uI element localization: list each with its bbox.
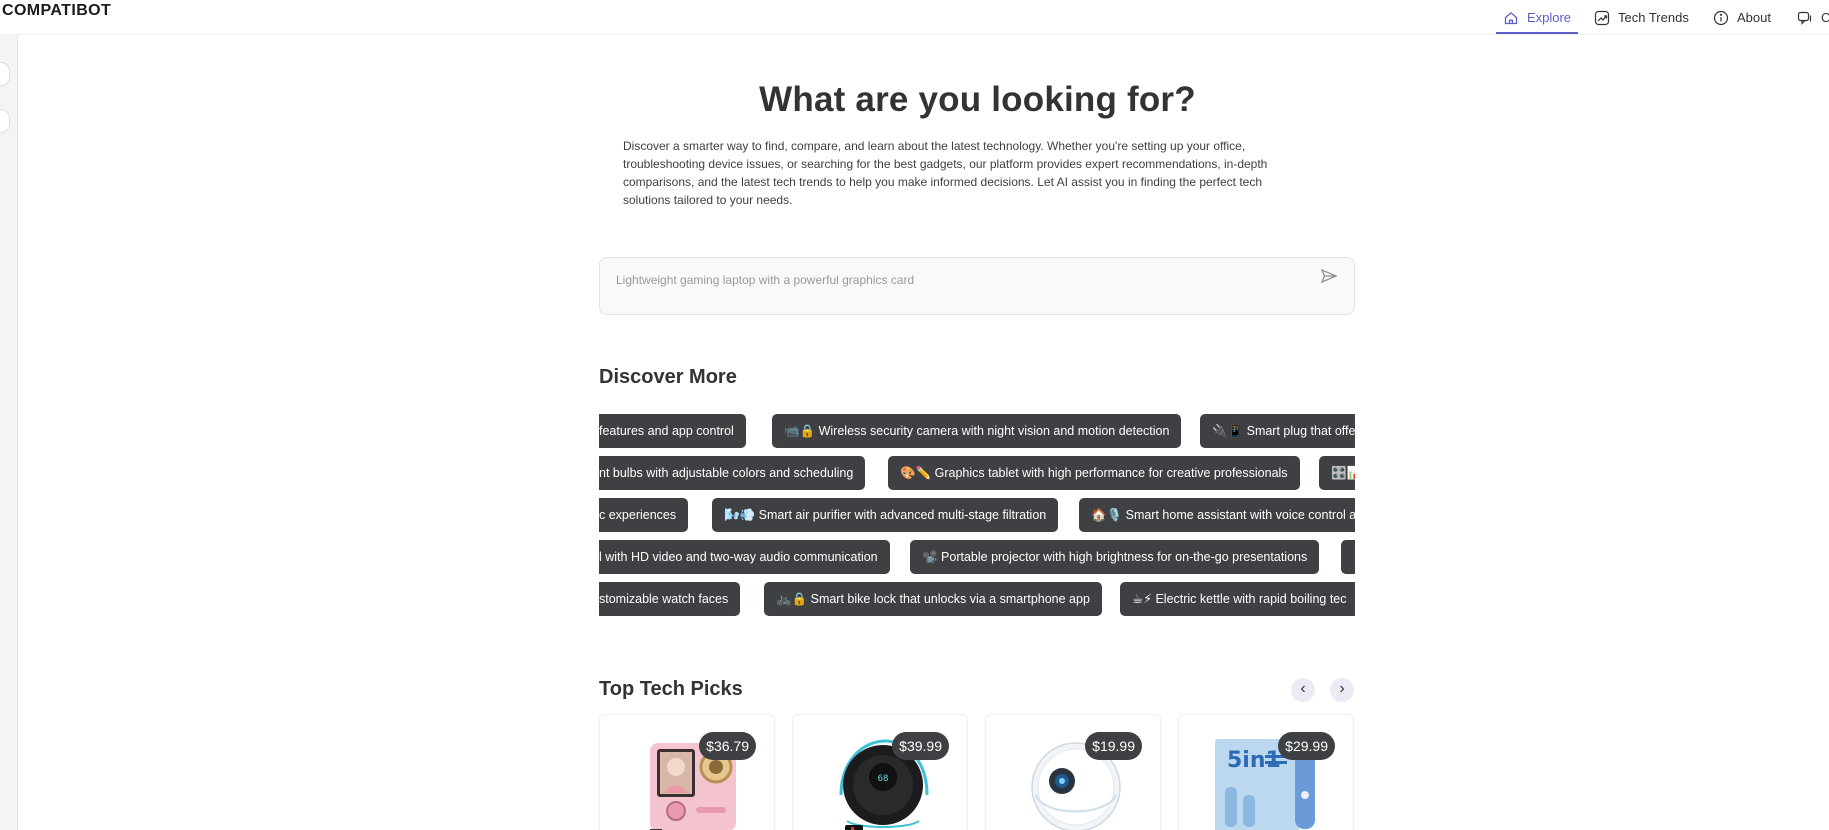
price-badge: $39.99 [892, 732, 949, 760]
product-card[interactable]: 68 $39.99 [792, 714, 968, 830]
nav-label-about: About [1737, 10, 1771, 25]
carousel-prev-button[interactable]: ‹ [1291, 678, 1315, 702]
trend-chart-icon [1594, 10, 1610, 25]
suggestion-chip[interactable]: 📽️ Portable projector with high brightne… [910, 540, 1320, 574]
suggestion-chip[interactable]: 🎨✏️ Graphics tablet with high performanc… [888, 456, 1300, 490]
carousel-next-button[interactable]: › [1330, 678, 1354, 702]
suggestion-chip[interactable]: c experiences [599, 498, 689, 532]
search-input[interactable] [616, 270, 1296, 290]
info-icon [1713, 10, 1729, 25]
suggestion-chip[interactable]: features and app control [599, 414, 746, 448]
send-icon[interactable] [1320, 267, 1338, 285]
product-card[interactable]: 5in1 $29.99 [1178, 714, 1354, 830]
nav-item-about[interactable]: About [1713, 0, 1771, 35]
nav-label-tech-trends: Tech Trends [1618, 10, 1689, 25]
suggestion-chip[interactable]: ☕⚡ Electric kettle with rapid boiling te… [1120, 582, 1355, 616]
suggestion-chip[interactable]: 🔌📱 Smart plug that offers [1200, 414, 1355, 448]
svg-text:68: 68 [878, 774, 889, 784]
page-title: What are you looking for? [759, 80, 1196, 119]
product-card[interactable]: $19.99 [985, 714, 1161, 830]
price-badge: $36.79 [699, 732, 756, 760]
hero-description: Discover a smarter way to find, compare,… [623, 139, 1268, 207]
price-badge: $19.99 [1085, 732, 1142, 760]
search-box [599, 257, 1355, 315]
product-card[interactable]: $36.79 [599, 714, 775, 830]
suggestion-chip[interactable]: nt bulbs with adjustable colors and sche… [599, 456, 866, 490]
discover-more-heading: Discover More [599, 366, 737, 388]
svg-text:5in1: 5in1 [1227, 748, 1281, 773]
suggestion-chip[interactable]: 🚲🔒 Smart bike lock that unlocks via a sm… [764, 582, 1102, 616]
nav-item-chat[interactable]: C [1797, 0, 1829, 35]
brand-logo[interactable]: COMPATIBOT [2, 2, 111, 20]
left-sidebar-rail [0, 35, 18, 830]
top-navigation-bar: COMPATIBOT Explore Tech Trends About C [0, 0, 1829, 35]
suggestion-chip[interactable]: stomizable watch faces [599, 582, 741, 616]
home-icon [1504, 11, 1518, 24]
suggestion-chips-carousel: features and app control 📹🔒 Wireless sec… [599, 414, 1355, 624]
nav-item-explore[interactable]: Explore [1497, 0, 1577, 35]
chat-icon [1797, 11, 1812, 25]
suggestion-chip[interactable]: 🏠🎙️ Smart home assistant with voice cont… [1079, 498, 1355, 532]
top-tech-picks-heading: Top Tech Picks [599, 678, 743, 700]
suggestion-chip[interactable] [1341, 540, 1355, 574]
nav-label-chat: C [1821, 10, 1829, 25]
nav-item-tech-trends[interactable]: Tech Trends [1594, 0, 1689, 35]
price-badge: $29.99 [1278, 732, 1335, 760]
nav-label-explore: Explore [1526, 10, 1572, 25]
suggestion-chip[interactable]: 📹🔒 Wireless security camera with night v… [772, 414, 1182, 448]
suggestion-chip[interactable]: l with HD video and two-way audio commun… [599, 540, 890, 574]
product-cards-row: $36.79 68 $39.99 $19.99 5in1 $29.99 [599, 714, 1355, 830]
suggestion-chip[interactable]: 🎛️📊 [1319, 456, 1355, 490]
active-tab-indicator [1496, 32, 1578, 34]
suggestion-chip[interactable]: 🌬️💨 Smart air purifier with advanced mul… [712, 498, 1059, 532]
